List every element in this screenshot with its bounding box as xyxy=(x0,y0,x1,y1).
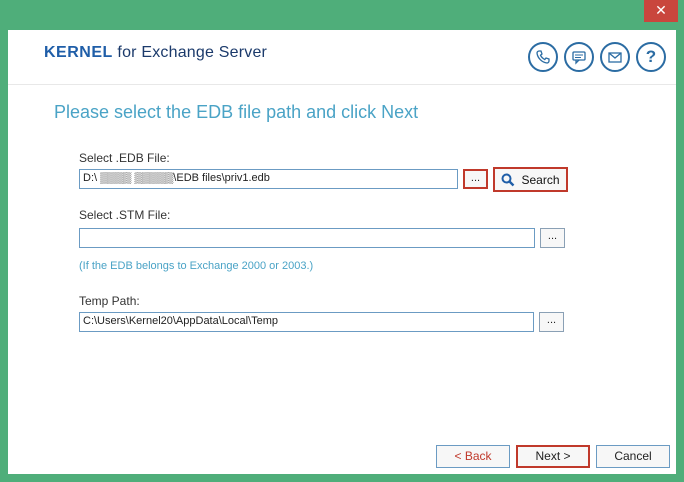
chat-icon[interactable] xyxy=(564,42,594,72)
temp-path-label: Temp Path: xyxy=(79,294,140,308)
search-label: Search xyxy=(521,172,560,187)
back-button[interactable]: < Back xyxy=(436,445,510,468)
cancel-button[interactable]: Cancel xyxy=(596,445,670,468)
stm-file-label: Select .STM File: xyxy=(79,208,171,222)
brand-name: KERNEL xyxy=(44,44,113,61)
app-window: ✕ KERNEL for Exchange Server ? Please se… xyxy=(0,0,684,482)
help-icon[interactable]: ? xyxy=(636,42,666,72)
page-title: Please select the EDB file path and clic… xyxy=(54,102,419,122)
phone-icon[interactable] xyxy=(528,42,558,72)
stm-file-input[interactable] xyxy=(79,228,535,248)
product-logo: KERNEL for Exchange Server xyxy=(44,44,267,62)
mail-icon[interactable] xyxy=(600,42,630,72)
stm-note: (If the EDB belongs to Exchange 2000 or … xyxy=(79,260,314,272)
stm-browse-button[interactable]: ... xyxy=(540,228,565,248)
edb-browse-button[interactable]: ... xyxy=(463,169,488,189)
edb-file-input[interactable]: D:\ ▒▒▒▒ ▒▒▒▒▒\EDB files\priv1.edb xyxy=(79,169,458,189)
search-button[interactable]: Search xyxy=(493,167,568,192)
search-icon xyxy=(501,173,515,186)
temp-path-input[interactable]: C:\Users\Kernel20\AppData\Local\Temp xyxy=(79,312,534,332)
header-divider xyxy=(8,84,676,85)
edb-file-label: Select .EDB File: xyxy=(79,151,170,165)
temp-browse-button[interactable]: ... xyxy=(539,312,564,332)
header-icons: ? xyxy=(528,42,666,72)
close-button[interactable]: ✕ xyxy=(644,0,678,22)
next-button[interactable]: Next > xyxy=(516,445,590,468)
client-area: KERNEL for Exchange Server ? Please sele… xyxy=(8,30,676,474)
product-name: for Exchange Server xyxy=(112,44,268,61)
